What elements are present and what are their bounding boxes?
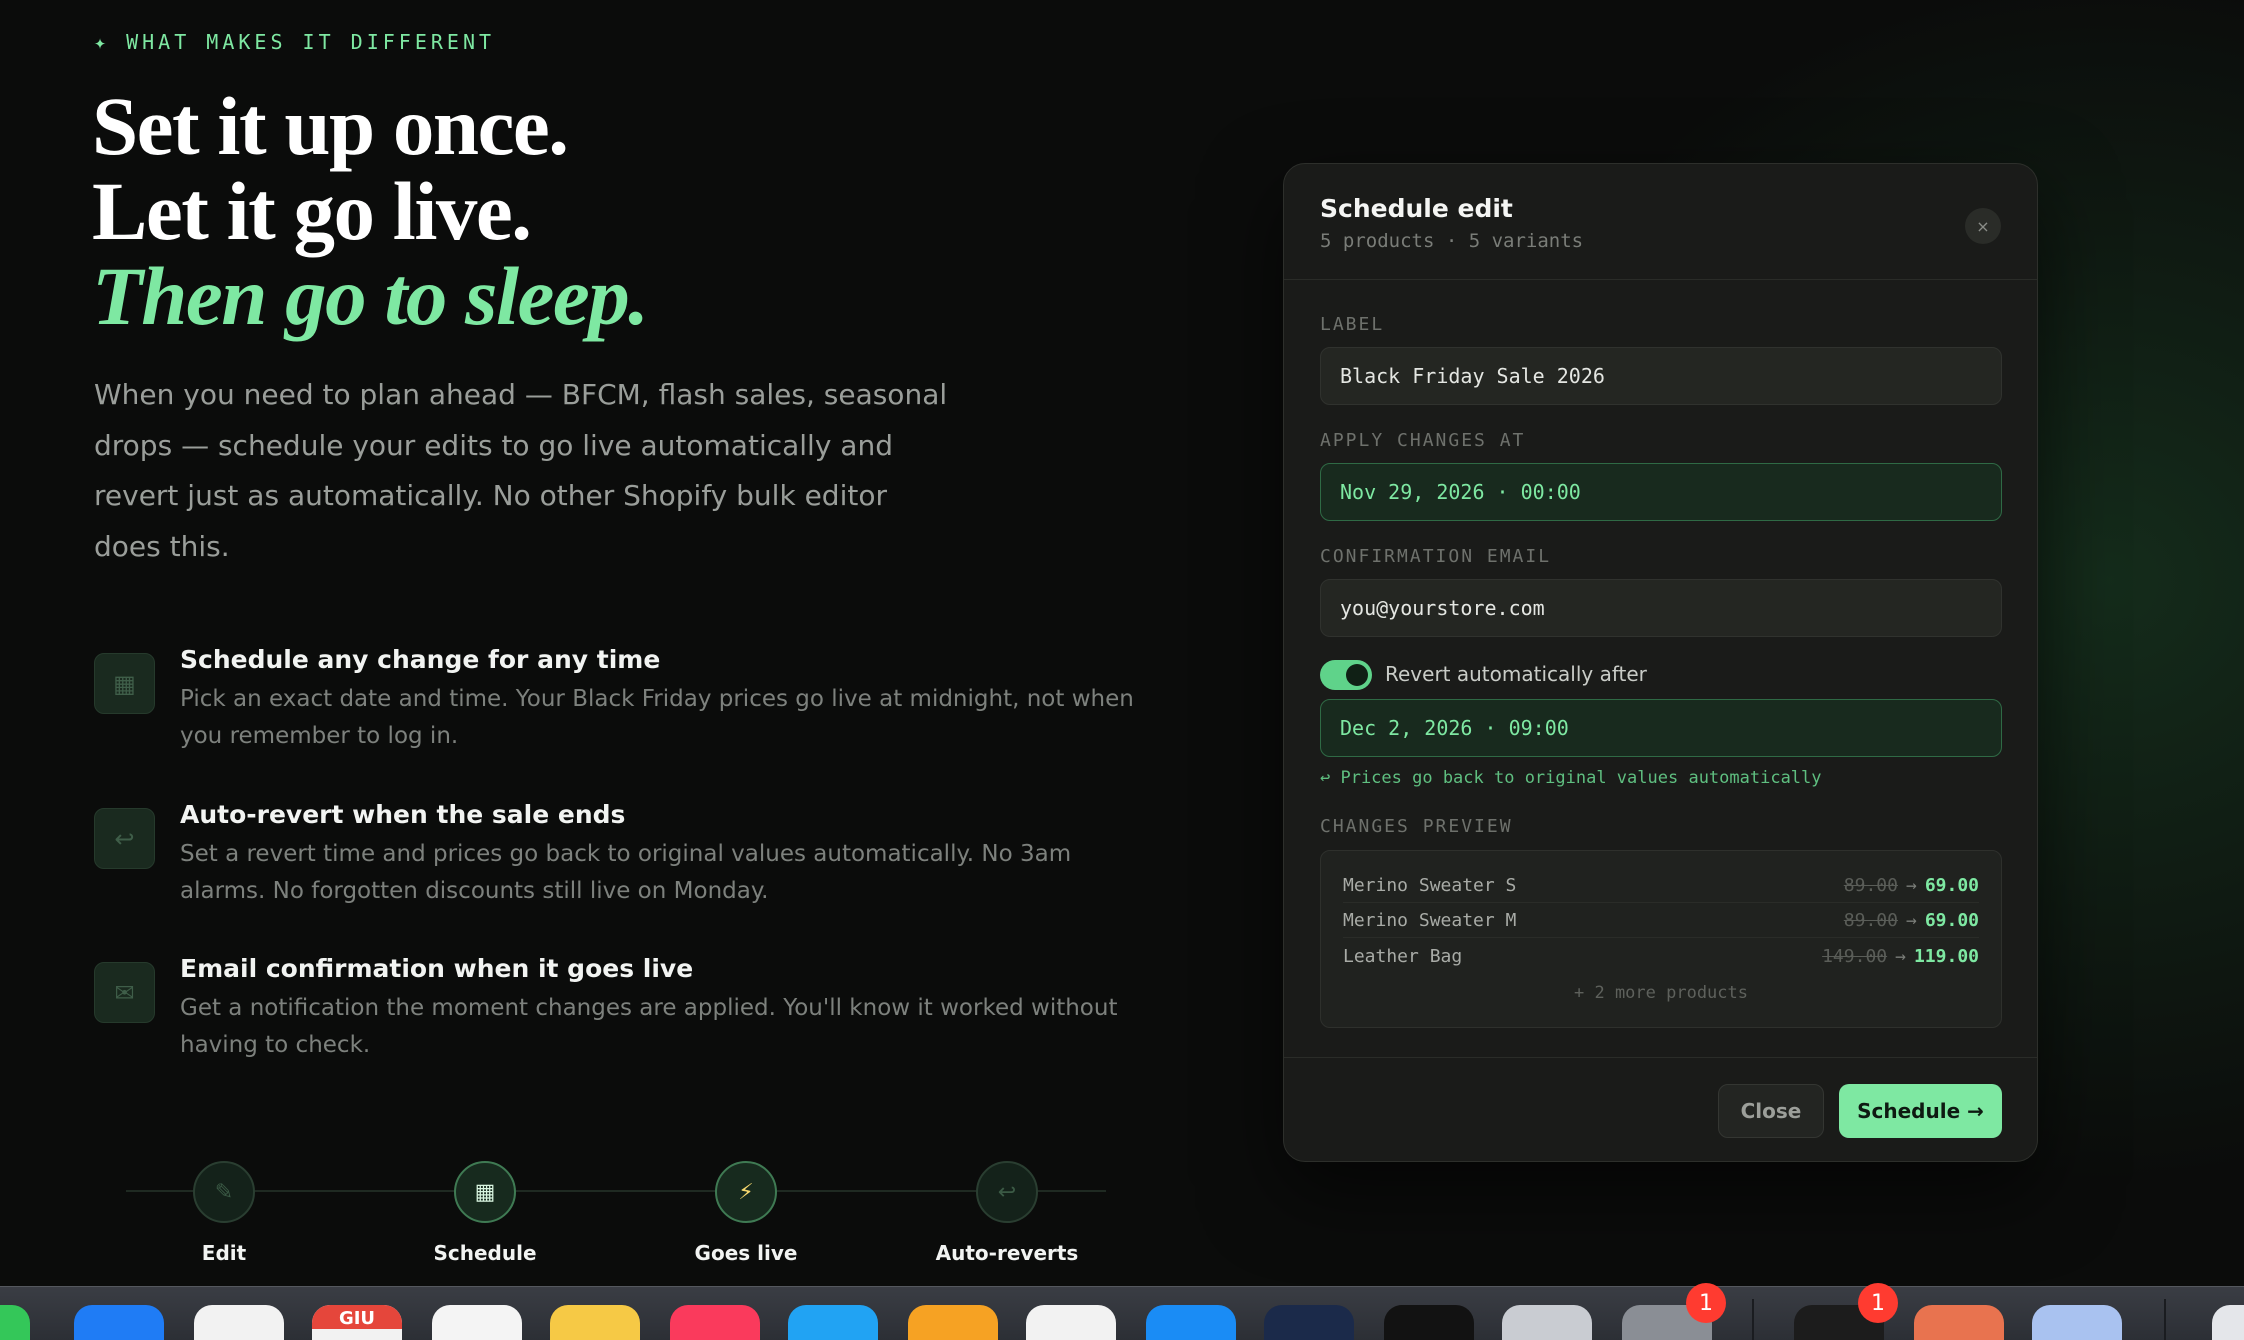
music-icon[interactable] [670, 1305, 760, 1340]
revert-toggle-label: Revert automatically after [1385, 662, 1647, 686]
photos-icon[interactable] [194, 1305, 284, 1340]
timeline-label: Schedule [433, 1241, 537, 1265]
revert-icon: ↩ [976, 1161, 1038, 1223]
product-name: Merino Sweater M [1343, 910, 1517, 931]
old-price: 89.00 [1843, 910, 1898, 931]
automator-icon[interactable] [1502, 1305, 1592, 1340]
headline: Set it up once. Let it go live. Then go … [92, 80, 649, 342]
mail-icon: ✉ [94, 962, 155, 1023]
folder-icon[interactable] [2032, 1305, 2122, 1340]
revert-hint: ↩ Prices go back to original values auto… [1320, 768, 1822, 788]
feature-title: Schedule any change for any time [180, 645, 661, 674]
new-price: 69.00 [1924, 875, 1979, 896]
calendar-month: GIU [312, 1305, 402, 1329]
changes-preview: Merino Sweater S 89.00 → 69.00 Merino Swea… [1320, 850, 2002, 1028]
schedule-edit-modal: Schedule edit 5 products · 5 variants × … [1283, 163, 2038, 1162]
feature-email-confirmation: ✉ Email confirmation when it goes live G… [94, 952, 1154, 1064]
steam-icon[interactable] [1264, 1305, 1354, 1340]
modal-subtitle: 5 products · 5 variants [1320, 230, 1584, 252]
notes-icon[interactable] [550, 1305, 640, 1340]
apply-changes-heading: APPLY CHANGES AT [1320, 430, 1526, 451]
feature-description: Get a notification the moment changes ar… [180, 995, 1118, 1058]
timeline-sub [907, 1273, 1107, 1283]
new-price: 119.00 [1913, 945, 1979, 967]
app-store-icon[interactable] [788, 1305, 878, 1340]
timeline-label: Auto-reverts [935, 1241, 1079, 1265]
preview-row: Merino Sweater S 89.00 → 69.00 [1343, 869, 1979, 903]
apply-datetime-input[interactable]: Nov 29, 2026 · 00:00 [1320, 463, 2002, 521]
timeline-sub [646, 1273, 846, 1283]
old-price: 149.00 [1822, 945, 1888, 967]
headline-line-2: Let it go live. [92, 165, 532, 257]
section-eyebrow: ✦ WHAT MAKES IT DIFFERENT [94, 30, 496, 54]
label-input[interactable]: Black Friday Sale 2026 [1320, 347, 2002, 405]
dock-separator [2164, 1299, 2166, 1340]
lead-paragraph: When you need to plan ahead — BFCM, flas… [94, 378, 948, 563]
label-heading: LABEL [1320, 314, 1385, 335]
timeline-sub [385, 1273, 585, 1283]
edit-icon: ✎ [193, 1161, 255, 1223]
email-field[interactable]: you@yourstore.com [1320, 579, 2002, 637]
feature-title: Email confirmation when it goes live [180, 954, 694, 983]
preview-row: Merino Sweater M 89.00 → 69.00 [1343, 904, 1979, 938]
notification-badge: 1 [1686, 1283, 1726, 1323]
revert-toggle[interactable] [1320, 660, 1372, 690]
feature-schedule: ▦ Schedule any change for any time Pick … [94, 643, 1154, 755]
lightning-icon: ⚡ [715, 1161, 777, 1223]
calendar-icon: ▦ [454, 1161, 516, 1223]
spotify-icon[interactable] [1384, 1305, 1474, 1340]
modal-footer-divider [1284, 1057, 2037, 1058]
feature-title: Auto-revert when the sale ends [180, 800, 626, 829]
revert-icon: ↩ [94, 808, 155, 869]
dock-separator [1752, 1299, 1754, 1340]
feature-auto-revert: ↩ Auto-revert when the sale ends Set a r… [94, 798, 1154, 910]
modal-divider [1284, 279, 2037, 280]
timeline-step-edit: ✎ Edit [124, 1161, 324, 1283]
product-name: Leather Bag [1343, 945, 1463, 967]
timeline-label: Edit [201, 1241, 247, 1265]
claude-icon[interactable] [1914, 1305, 2004, 1340]
changes-preview-heading: CHANGES PREVIEW [1320, 816, 1513, 837]
confirmation-email-heading: CONFIRMATION EMAIL [1320, 546, 1552, 567]
chrome-icon[interactable] [1026, 1305, 1116, 1340]
headline-line-3: Then go to sleep. [92, 250, 649, 342]
xcode-icon[interactable] [1146, 1305, 1236, 1340]
modal-title: Schedule edit [1320, 194, 1513, 223]
notification-badge: 1 [1858, 1283, 1898, 1323]
messages-icon[interactable] [0, 1305, 30, 1340]
timeline-label: Goes live [694, 1241, 798, 1265]
pages-icon[interactable] [908, 1305, 998, 1340]
calendar-icon[interactable]: GIU [312, 1305, 402, 1340]
feature-description: Set a revert time and prices go back to … [180, 841, 1072, 904]
reminders-icon[interactable] [432, 1305, 522, 1340]
preview-row: Leather Bag 149.00 → 119.00 [1343, 945, 1979, 967]
schedule-button[interactable]: Schedule → [1839, 1084, 2002, 1138]
close-icon[interactable]: × [1965, 208, 2001, 244]
toggle-knob [1346, 664, 1368, 686]
feature-description: Pick an exact date and time. Your Black … [180, 686, 1134, 749]
calendar-icon: ▦ [94, 653, 155, 714]
close-button[interactable]: Close [1718, 1084, 1824, 1138]
headline-line-1: Set it up once. [92, 80, 569, 172]
dock: GIU 1 1 [0, 1283, 2244, 1340]
revert-datetime-input[interactable]: Dec 2, 2026 · 09:00 [1320, 699, 2002, 757]
more-products: + 2 more products [1574, 983, 1748, 1003]
trash-icon[interactable] [2212, 1305, 2244, 1340]
timeline-step-auto-reverts: ↩ Auto-reverts [907, 1161, 1107, 1283]
product-name: Merino Sweater S [1343, 875, 1517, 896]
timeline-step-schedule: ▦ Schedule [385, 1161, 585, 1283]
old-price: 89.00 [1843, 875, 1898, 896]
timeline-sub [124, 1273, 324, 1283]
mail-icon[interactable] [74, 1305, 164, 1340]
new-price: 69.00 [1924, 910, 1979, 931]
timeline-step-goes-live: ⚡ Goes live [646, 1161, 846, 1283]
